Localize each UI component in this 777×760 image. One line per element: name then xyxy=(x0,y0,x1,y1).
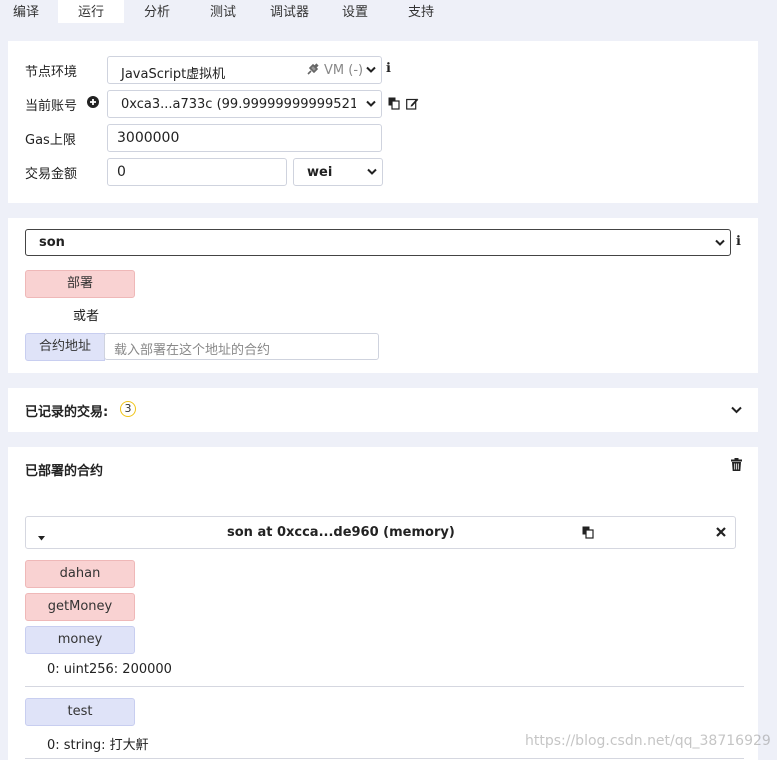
env-select[interactable]: JavaScript虚拟机 VM (-) xyxy=(107,56,382,84)
at-address-button[interactable]: 合约地址 xyxy=(25,333,105,361)
chevron-down-icon[interactable] xyxy=(731,403,742,418)
watermark: https://blog.csdn.net/qq_38716929 xyxy=(525,733,771,749)
instance-title: son at 0xcca...de960 (memory) xyxy=(227,525,455,540)
chevron-down-icon xyxy=(366,97,376,112)
function-button-money[interactable]: money xyxy=(25,626,135,654)
trash-icon[interactable] xyxy=(731,458,742,475)
function-output-money: 0: uint256: 200000 xyxy=(47,662,172,677)
env-label: 节点环境 xyxy=(25,65,78,80)
chevron-down-icon xyxy=(366,63,376,78)
at-address-input[interactable]: 载入部署在这个地址的合约 xyxy=(104,333,379,360)
function-button-test[interactable]: test xyxy=(25,698,135,726)
copy-icon[interactable] xyxy=(388,97,400,114)
at-address-placeholder: 载入部署在这个地址的合约 xyxy=(114,343,271,358)
or-text: 或者 xyxy=(73,309,100,324)
caret-down-icon[interactable] xyxy=(38,530,45,545)
chevron-down-icon xyxy=(367,165,377,180)
tab-testing[interactable]: 测试 xyxy=(210,4,236,23)
tab-compile[interactable]: 编译 xyxy=(13,4,39,23)
tab-bar: 编译 运行 分析 测试 调试器 设置 支持 xyxy=(0,0,777,23)
copy-icon[interactable] xyxy=(582,526,594,543)
value-amount: 0 xyxy=(117,164,126,180)
close-icon[interactable] xyxy=(716,526,726,541)
recorder-count-badge: 3 xyxy=(120,401,136,417)
tab-analysis[interactable]: 分析 xyxy=(144,4,170,23)
plug-icon xyxy=(305,63,319,81)
environment-panel: 节点环境 JavaScript虚拟机 VM (-) ℹ 当前账号 0xca3..… xyxy=(8,41,758,203)
function-output-test: 0: string: 打大鼾 xyxy=(47,738,149,753)
deploy-panel: son ℹ 部署 或者 合约地址 载入部署在这个地址的合约 xyxy=(8,218,758,373)
deployed-title: 已部署的合约 xyxy=(25,464,104,479)
contract-value: son xyxy=(39,235,65,250)
tab-settings[interactable]: 设置 xyxy=(342,4,368,23)
recorder-panel[interactable]: 已记录的交易: 3 xyxy=(8,388,758,432)
contract-select[interactable]: son xyxy=(25,229,731,256)
recorder-title: 已记录的交易: xyxy=(25,405,109,420)
divider xyxy=(25,758,744,759)
function-button-getmoney[interactable]: getMoney xyxy=(25,593,135,621)
divider xyxy=(25,686,744,687)
add-account-icon[interactable] xyxy=(87,96,99,112)
edit-icon[interactable] xyxy=(406,97,419,114)
chevron-down-icon xyxy=(715,235,725,250)
unit-select[interactable]: wei xyxy=(293,158,383,186)
gas-label: Gas上限 xyxy=(25,133,76,148)
unit-value: wei xyxy=(307,165,333,180)
deployed-contracts-panel: 已部署的合约 son at 0xcca...de960 (memory) dah… xyxy=(8,447,758,760)
env-value: JavaScript虚拟机 xyxy=(121,67,226,82)
env-vm-status: VM (-) xyxy=(324,63,364,78)
contract-instance-header[interactable]: son at 0xcca...de960 (memory) xyxy=(25,516,736,549)
tab-run[interactable]: 运行 xyxy=(58,0,124,23)
account-label: 当前账号 xyxy=(25,99,78,114)
value-input[interactable]: 0 xyxy=(107,158,287,186)
tab-debugger[interactable]: 调试器 xyxy=(270,4,309,23)
gas-limit-input[interactable]: 3000000 xyxy=(107,124,382,152)
value-label: 交易金额 xyxy=(25,167,78,182)
gas-value: 3000000 xyxy=(117,130,180,146)
account-select[interactable]: 0xca3...a733c (99.99999999999521945 xyxy=(107,90,382,118)
info-icon[interactable]: ℹ xyxy=(736,234,741,249)
account-value: 0xca3...a733c (99.99999999999521945 xyxy=(121,97,356,112)
tab-support[interactable]: 支持 xyxy=(408,4,434,23)
function-button-dahan[interactable]: dahan xyxy=(25,560,135,588)
info-icon[interactable]: ℹ xyxy=(386,61,391,76)
deploy-button[interactable]: 部署 xyxy=(25,270,135,298)
